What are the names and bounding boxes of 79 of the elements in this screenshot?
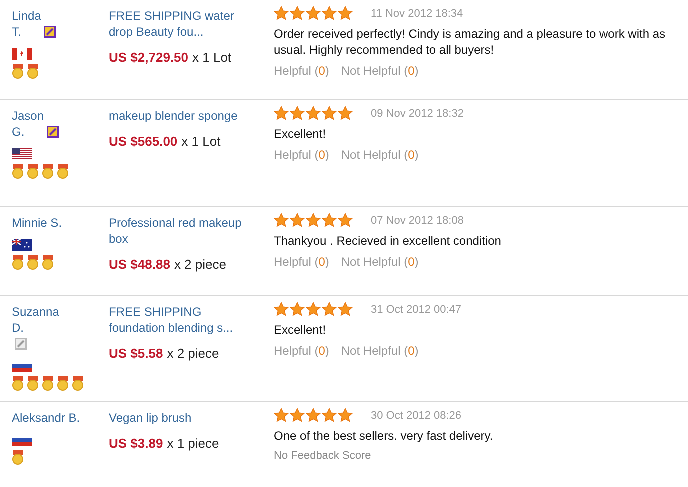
product-link[interactable]: makeup blender sponge	[109, 108, 259, 124]
buyer-name[interactable]: Aleksandr B.	[12, 410, 80, 426]
medal-icon	[42, 164, 54, 179]
medal-icon	[42, 255, 54, 270]
not-helpful-link[interactable]: Not Helpful (0)	[341, 148, 419, 162]
medal-icon	[27, 255, 39, 270]
buyer-name[interactable]: Linda T.	[12, 8, 42, 40]
price: US $3.89	[109, 436, 164, 451]
star-icon	[322, 302, 337, 317]
star-icon	[290, 6, 305, 21]
star-icon	[322, 213, 337, 228]
feedback-note: No Feedback Score	[274, 450, 372, 462]
product-link[interactable]: Vegan lip brush	[109, 410, 259, 426]
helpful-link[interactable]: Helpful (0)	[274, 255, 330, 269]
medal-icon	[12, 450, 24, 465]
review-date: 11 Nov 2012 18:34	[371, 8, 464, 20]
review-date: 31 Oct 2012 00:47	[371, 304, 462, 316]
star-icon	[274, 302, 289, 317]
star-icon	[322, 6, 337, 21]
review-date: 09 Nov 2012 18:32	[371, 108, 464, 120]
buyer-name[interactable]: Jason G.	[12, 108, 44, 140]
medal-icon	[12, 164, 24, 179]
helpful-link[interactable]: Helpful (0)	[274, 64, 330, 78]
medal-icon	[27, 376, 39, 391]
medal-icon	[57, 376, 69, 391]
star-icon	[322, 106, 337, 121]
review-comment: Order received perfectly! Cindy is amazing and a pleasure to work with as usual. Highly recommended to all buyers!	[274, 26, 667, 58]
star-icon	[338, 302, 353, 317]
review-date: 30 Oct 2012 08:26	[371, 410, 462, 422]
buyer-name[interactable]: Suzanna D.	[12, 304, 60, 336]
medal-icon	[27, 164, 39, 179]
star-icon	[290, 106, 305, 121]
medal-icon	[12, 376, 24, 391]
review-date: 07 Nov 2012 18:08	[371, 214, 464, 226]
review-comment: Excellent!	[274, 126, 326, 142]
quantity: x 2 piece	[174, 257, 226, 272]
star-icon	[290, 408, 305, 423]
star-icon	[338, 6, 353, 21]
star-icon	[290, 213, 305, 228]
not-helpful-link[interactable]: Not Helpful (0)	[341, 64, 419, 78]
quantity: x 2 piece	[167, 346, 220, 361]
price: US $565.00	[109, 134, 178, 149]
medal-icon	[42, 376, 54, 391]
star-icon	[322, 408, 337, 423]
star-icon	[306, 213, 321, 228]
review-comment: Excellent!	[274, 322, 326, 338]
not-helpful-link[interactable]: Not Helpful (0)	[341, 255, 419, 269]
price: US $2,729.50	[109, 50, 189, 65]
helpful-link[interactable]: Helpful (0)	[274, 148, 330, 162]
quantity: x 1 Lot	[182, 134, 221, 149]
helpful-link[interactable]: Helpful (0)	[274, 344, 330, 358]
not-helpful-link[interactable]: Not Helpful (0)	[341, 344, 419, 358]
product-link[interactable]: FREE SHIPPING water drop Beauty fou...	[109, 8, 259, 40]
star-icon	[306, 408, 321, 423]
medal-icon	[12, 255, 24, 270]
star-icon	[274, 408, 289, 423]
medal-icon	[57, 164, 69, 179]
star-icon	[274, 213, 289, 228]
star-icon	[338, 408, 353, 423]
medal-icon	[72, 376, 84, 391]
review-comment: One of the best sellers. very fast delivery.	[274, 428, 494, 444]
star-icon	[290, 302, 305, 317]
buyer-name[interactable]: Minnie S.	[12, 215, 62, 231]
star-icon	[338, 106, 353, 121]
star-icon	[274, 6, 289, 21]
medal-icon	[27, 64, 39, 79]
product-link[interactable]: Professional red makeup box	[109, 215, 259, 247]
star-icon	[274, 106, 289, 121]
star-icon	[338, 213, 353, 228]
quantity: x 1 piece	[167, 436, 220, 451]
quantity: x 1 Lot	[192, 50, 232, 65]
star-icon	[306, 106, 321, 121]
review-comment: Thankyou . Recieved in excellent condition	[274, 233, 502, 249]
star-icon	[306, 6, 321, 21]
product-link[interactable]: FREE SHIPPING foundation blending s...	[109, 304, 259, 336]
price: US $5.58	[109, 346, 164, 361]
price: US $48.88	[109, 257, 170, 272]
medal-icon	[12, 64, 24, 79]
star-icon	[306, 302, 321, 317]
